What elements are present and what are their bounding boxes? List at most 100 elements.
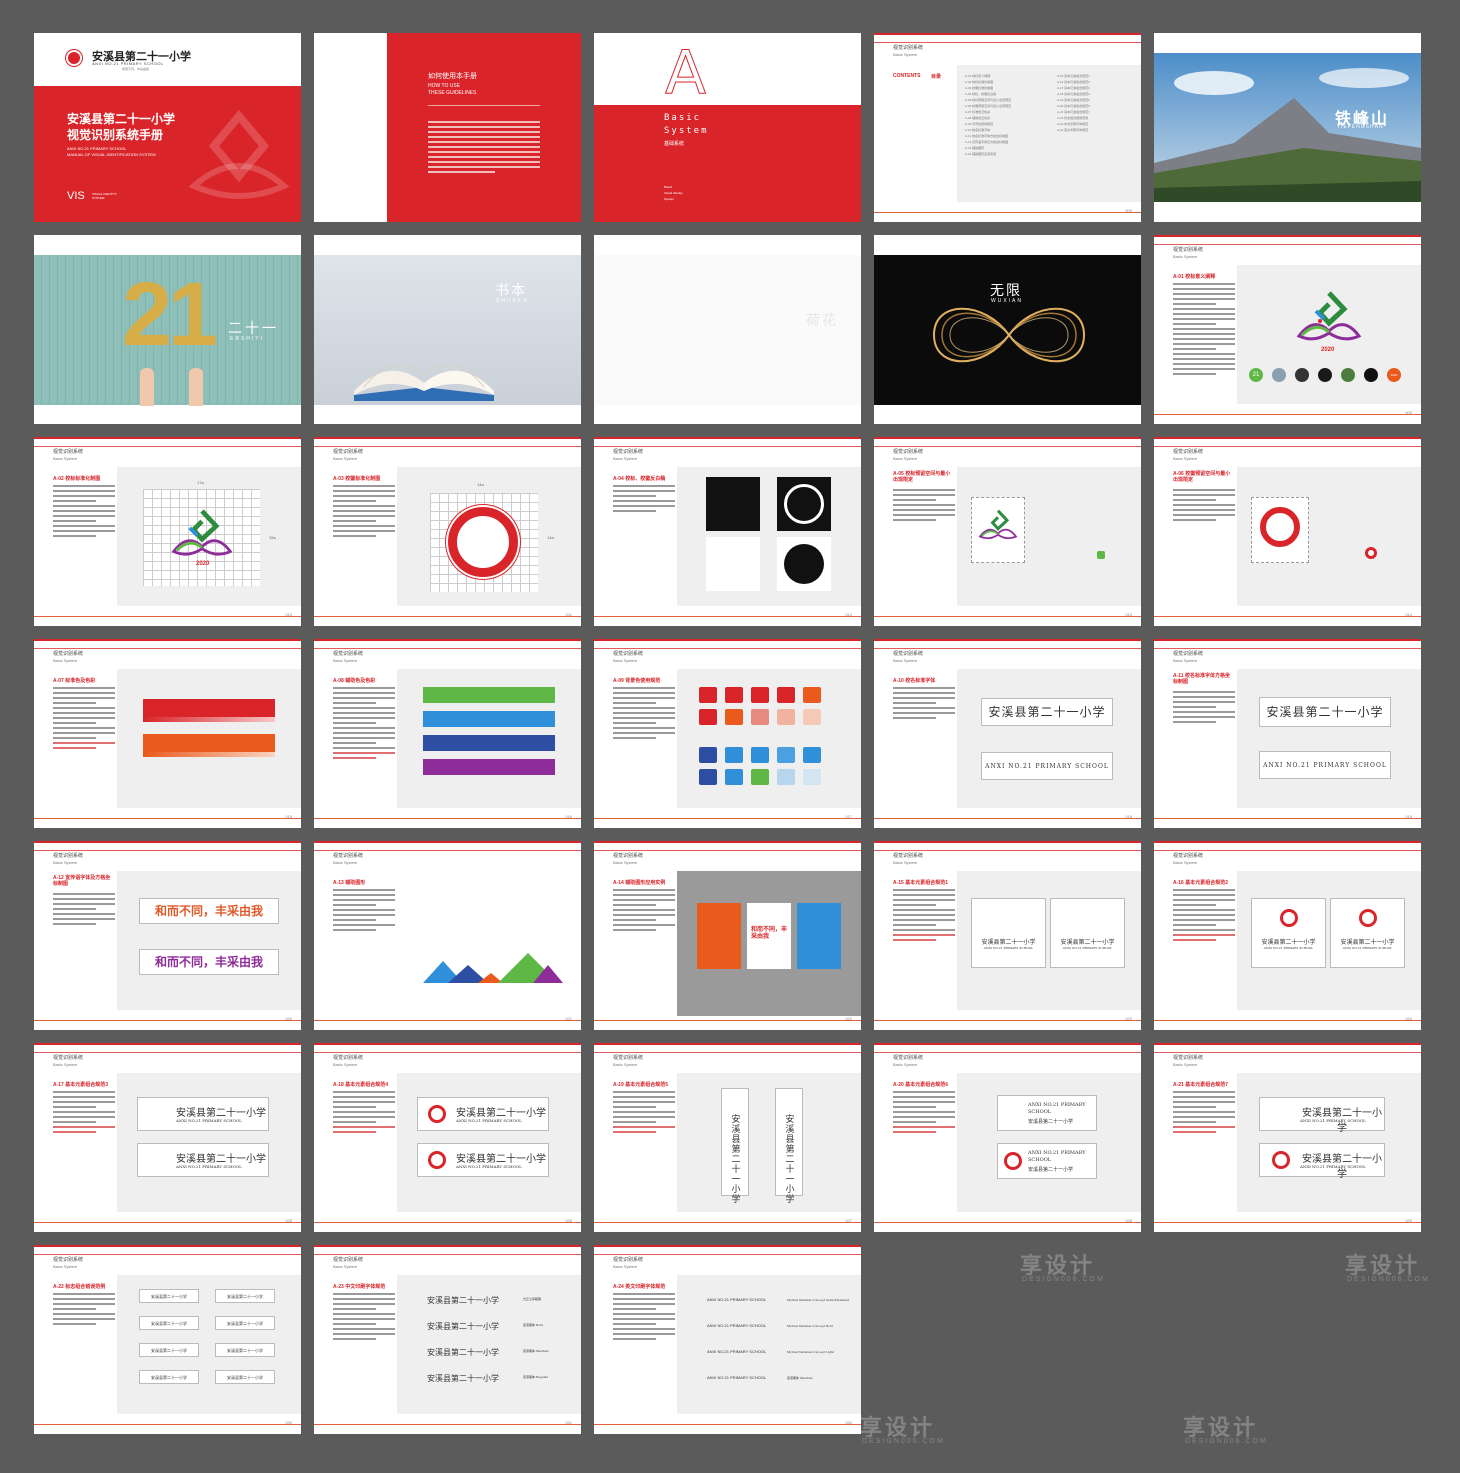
- infinity-title-cn: 无限: [990, 282, 1022, 298]
- balloon-number: 21: [122, 265, 218, 365]
- navy-color-bar: [423, 735, 555, 751]
- font-sample-cn: 安溪县第二十一小学: [427, 1322, 499, 1331]
- background-swatch: [699, 769, 717, 785]
- lotus-page: 荷花: [594, 235, 861, 424]
- combo-panel: 安溪县第二十一小学 ANXI NO.21 PRIMARY SCHOOL 安溪县第二…: [117, 1073, 301, 1212]
- notebook-slogan: 和而不同，丰采由我: [751, 927, 788, 940]
- page-footer: 025: [34, 1218, 301, 1224]
- cover-vis-small: VISUAL IDENTITY SYSTEM: [92, 192, 118, 200]
- section-title: A-01 校标意义阐释: [1173, 274, 1216, 280]
- page-header: 视觉识别系统 Basic System: [1154, 639, 1421, 663]
- font-name-en: 思源黑体 Medium: [787, 1376, 813, 1380]
- section-title: A-10 校名标准字体: [893, 678, 936, 684]
- green-color-bar: [423, 687, 555, 703]
- wordmark-panel: 安溪县第二十一小学 ANXI NO.21 PRIMARY SCHOOL: [1237, 669, 1421, 808]
- section-a11-page: 视觉识别系统 Basic System A-11 校名标准字体方格坐标制图 安溪县…: [1154, 639, 1421, 828]
- section-paragraph: [613, 1293, 675, 1343]
- page-header: 视觉识别系统 Basic System: [874, 841, 1141, 865]
- page-footer: 013: [874, 612, 1141, 618]
- page-footer: 021: [314, 1016, 581, 1022]
- section-paragraph: [613, 485, 675, 515]
- font-name-en: Myriad Variable Concept Semi-Extended: [787, 1298, 849, 1302]
- notebook-orange: [697, 903, 741, 969]
- small-logo: [1097, 551, 1105, 559]
- infinity-title-en: WUXIAN: [991, 298, 1023, 304]
- font-sample-en: ANXI NO.21 PRIMARY SCHOOL: [707, 1323, 767, 1328]
- page-header: 视觉识别系统 Basic System: [34, 1043, 301, 1067]
- contents-page: 视觉识别系统 Basic System CONTENTS 目录 A-01 校标意义…: [874, 33, 1141, 222]
- background-swatch: [777, 747, 795, 763]
- page-header: 视觉识别系统 Basic System: [1154, 437, 1421, 461]
- combo-box-1: 安溪县第二十一小学 ANXI NO.21 PRIMARY SCHOOL: [1251, 898, 1326, 968]
- page-footer: 017: [594, 814, 861, 820]
- blue-color-bar: [423, 711, 555, 727]
- howto-divider: [428, 105, 540, 106]
- errors-panel: 安溪县第二十一小学 安溪县第二十一小学 安溪县第二十一小学 安溪县第二十一小学 安溪县第…: [117, 1275, 301, 1414]
- section-paragraph: [1173, 283, 1235, 378]
- section-title: A-24 英文印刷字体规范: [613, 1284, 666, 1290]
- clearspace-panel: [957, 467, 1141, 606]
- page-header: 视觉识别系统 Basic System: [874, 437, 1141, 461]
- section-a06-page: 视觉识别系统 Basic System A-06 校徽预留空间与最小出现限定 01…: [1154, 437, 1421, 626]
- purple-color-bar: [423, 759, 555, 775]
- basic-red-band: [594, 105, 861, 222]
- section-a09-page: 视觉识别系统 Basic System A-09 背景色使用规范 017: [594, 639, 861, 828]
- section-a22-page: 视觉识别系统 Basic System A-22 标志组合错误范例 安溪县第二十一…: [34, 1245, 301, 1434]
- section-a03-page: 视觉识别系统 Basic System A-03 校徽标准化制图 14a 14a …: [314, 437, 581, 626]
- small-badge: [1365, 547, 1377, 559]
- cover-vis: VIS: [67, 190, 85, 202]
- section-a17-page: 视觉识别系统 Basic System A-17 基本元素组合规范3 安溪县第二十…: [34, 1043, 301, 1232]
- toc-item[interactable]: A-24 英文印刷字体规范: [1057, 127, 1137, 133]
- section-paragraph: [613, 687, 675, 742]
- background-swatch: [777, 709, 795, 725]
- section-paragraph: [1173, 1091, 1235, 1136]
- howto-red-band: 如何使用本手册 HOW TO USE THESE GUIDELINES: [387, 33, 581, 222]
- cover-page: 安溪县第二十一小学 ANXI NO.21 PRIMARY SCHOOL 和而不同…: [34, 33, 301, 222]
- section-a10-page: 视觉识别系统 Basic System A-10 校名标准字体 安溪县第二十一小学…: [874, 639, 1141, 828]
- combo-stacked-2: ANXI NO.21 PRIMARY SCHOOL 安溪县第二十一小学: [997, 1143, 1097, 1179]
- font-name-cn: 思源黑体 Regular: [523, 1375, 549, 1379]
- page-header: 视觉识别系统 Basic System: [874, 639, 1141, 663]
- font-sample-cn: 安溪县第二十一小学: [427, 1348, 499, 1357]
- book-illustration: [354, 364, 494, 401]
- section-a01-page: 视觉识别系统 Basic System A-01 校标意义阐释 2020 21 2…: [1154, 235, 1421, 424]
- school-logo: [1296, 291, 1362, 341]
- combo-panel: 安溪县第二十一小学 ANXI NO.21 PRIMARY SCHOOL 安溪县第二…: [397, 1073, 581, 1212]
- pattern-panel: [397, 871, 581, 1010]
- basic-small-2: Visual Identity: [664, 191, 683, 195]
- section-paragraph: [893, 489, 955, 524]
- error-example: 安溪县第二十一小学: [139, 1316, 199, 1330]
- application-panel: 和而不同，丰采由我: [677, 871, 861, 1016]
- section-a13-page: 视觉识别系统 Basic System A-13 辅助图形 021: [314, 841, 581, 1030]
- page-header: 视觉识别系统 Basic System: [1154, 1043, 1421, 1067]
- section-title: A-06 校徽预留空间与最小出现限定: [1173, 471, 1231, 483]
- wordmark-cn-grid: 安溪县第二十一小学: [1259, 697, 1391, 727]
- section-a04-page: 视觉识别系统 Basic System A-04 校标、校徽反白稿 012: [594, 437, 861, 626]
- section-paragraph: [53, 893, 115, 928]
- font-cn-panel: 安溪县第二十一小学 方正兰亭粗黑 安溪县第二十一小学 思源黑体 Bold 安溪县第二十一…: [397, 1275, 581, 1414]
- school-logo: [171, 509, 233, 556]
- section-title: A-19 基本元素组合规范5: [613, 1082, 669, 1088]
- ershiyi-en: ERSHIYI: [230, 336, 265, 342]
- contents-col-1: A-01 校标意义阐释 A-02 校标标准化制图 A-03 校徽标准化制图 A-04 …: [965, 73, 1050, 157]
- section-title: A-13 辅助图形: [333, 880, 366, 886]
- background-swatch: [699, 709, 717, 725]
- font-sample-en: ANXI NO.21 PRIMARY SCHOOL: [707, 1375, 767, 1380]
- page-header: 视觉识别系统 Basic System: [874, 1043, 1141, 1067]
- slogan-panel: 和而不同，丰采由我 和而不同，丰采由我: [117, 871, 301, 1010]
- section-a16-page: 视觉识别系统 Basic System A-16 基本元素组合规范2 安溪县第二十…: [1154, 841, 1421, 1030]
- toc-item[interactable]: A-14 辅助图形应用实例: [965, 151, 1050, 157]
- section-paragraph: [53, 1293, 115, 1328]
- logo-year: 2020: [196, 561, 210, 567]
- section-title: A-22 标志组合错误范例: [53, 1284, 106, 1290]
- page-footer: 023: [874, 1016, 1141, 1022]
- combo-horizontal-2: 安溪县第二十一小学 ANXI NO.21 PRIMARY SCHOOL: [417, 1143, 549, 1177]
- page-header: 视觉识别系统 Basic System: [1154, 841, 1421, 865]
- font-sample-en: ANXI NO.21 PRIMARY SCHOOL: [707, 1349, 767, 1354]
- cover-logo: [66, 50, 82, 66]
- basic-small-3: System: [664, 197, 675, 201]
- combo-horizontal-1: 安溪县第二十一小学 ANXI NO.21 PRIMARY SCHOOL: [137, 1097, 269, 1131]
- ershiyi-cn: 二十一: [228, 320, 279, 336]
- section-paragraph: [1173, 489, 1235, 524]
- section-title: A-15 基本元素组合规范1: [893, 880, 949, 886]
